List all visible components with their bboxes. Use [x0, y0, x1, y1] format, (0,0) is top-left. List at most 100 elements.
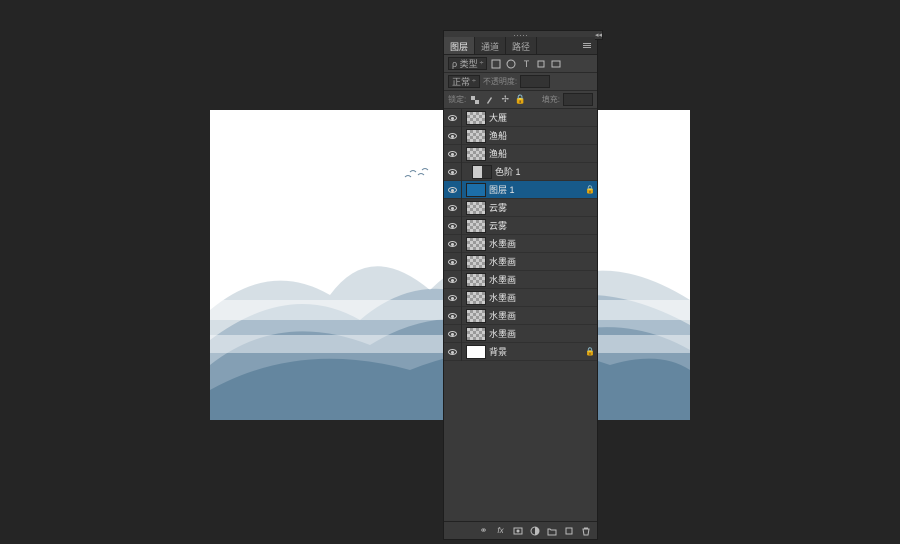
layer-thumbnail[interactable]	[466, 309, 486, 323]
layer-thumbnail[interactable]	[466, 291, 486, 305]
eye-icon	[448, 259, 457, 265]
visibility-toggle[interactable]	[444, 271, 462, 289]
filter-type-icon[interactable]: T	[520, 58, 532, 70]
lock-all-icon[interactable]: 🔒	[514, 94, 526, 106]
layer-thumbnail[interactable]	[466, 327, 486, 341]
layer-row[interactable]: 水墨画	[444, 325, 597, 343]
blend-mode-select[interactable]: 正常 ÷	[448, 75, 480, 88]
layer-name-label[interactable]: 水墨画	[489, 309, 583, 322]
layer-row[interactable]: 水墨画	[444, 271, 597, 289]
layer-thumbnail[interactable]	[466, 237, 486, 251]
layer-thumbnail[interactable]	[466, 147, 486, 161]
layer-filter-row: ρ 类型 ÷ T	[444, 55, 597, 73]
eye-icon	[448, 349, 457, 355]
blend-opacity-row: 正常 ÷ 不透明度:	[444, 73, 597, 91]
layer-row[interactable]: 背景🔒	[444, 343, 597, 361]
fill-label: 填充:	[542, 94, 560, 105]
layer-row[interactable]: 图层 1🔒	[444, 181, 597, 199]
layer-name-label[interactable]: 水墨画	[489, 237, 583, 250]
layer-thumbnail[interactable]	[466, 345, 486, 359]
layer-name-label[interactable]: 渔船	[489, 129, 583, 142]
tab-channels[interactable]: 通道	[475, 37, 506, 54]
layers-list: 大雁渔船渔船色阶 1图层 1🔒云雾云雾水墨画水墨画水墨画水墨画水墨画水墨画背景🔒	[444, 109, 597, 521]
visibility-toggle[interactable]	[444, 289, 462, 307]
layer-thumbnail[interactable]	[466, 201, 486, 215]
lock-pixels-icon[interactable]	[484, 94, 496, 106]
layer-row[interactable]: 水墨画	[444, 235, 597, 253]
layer-thumbnail[interactable]	[472, 165, 492, 179]
visibility-toggle[interactable]	[444, 253, 462, 271]
visibility-toggle[interactable]	[444, 163, 462, 181]
blend-mode-label: 正常	[452, 75, 470, 88]
layer-name-label[interactable]: 云雾	[489, 219, 583, 232]
adjust-icon[interactable]	[529, 525, 540, 537]
layer-row[interactable]: 大雁	[444, 109, 597, 127]
layer-thumbnail[interactable]	[466, 111, 486, 125]
layer-name-label[interactable]: 水墨画	[489, 291, 583, 304]
layer-thumbnail[interactable]	[466, 273, 486, 287]
layer-row[interactable]: 云雾	[444, 199, 597, 217]
filter-shape-icon[interactable]	[535, 58, 547, 70]
visibility-toggle[interactable]	[444, 145, 462, 163]
fx-icon[interactable]: fx	[495, 525, 506, 537]
panel-tabs: 图层 通道 路径	[444, 37, 597, 55]
visibility-toggle[interactable]	[444, 109, 462, 127]
layer-name-label[interactable]: 色阶 1	[495, 165, 583, 178]
layer-name-label[interactable]: 大雁	[489, 111, 583, 124]
visibility-toggle[interactable]	[444, 181, 462, 199]
tab-layers[interactable]: 图层	[444, 37, 475, 54]
group-icon[interactable]	[546, 525, 557, 537]
lock-transparent-icon[interactable]	[469, 94, 481, 106]
filter-image-icon[interactable]	[490, 58, 502, 70]
filter-type-select[interactable]: ρ 类型 ÷	[448, 57, 487, 70]
layer-row[interactable]: 渔船	[444, 145, 597, 163]
new-layer-icon[interactable]	[563, 525, 574, 537]
layer-thumbnail[interactable]	[466, 219, 486, 233]
visibility-toggle[interactable]	[444, 217, 462, 235]
filter-adjust-icon[interactable]	[505, 58, 517, 70]
layer-thumbnail[interactable]	[466, 255, 486, 269]
eye-icon	[448, 187, 457, 193]
layer-name-label[interactable]: 图层 1	[489, 183, 583, 196]
lock-label: 锁定:	[448, 94, 466, 105]
link-icon[interactable]: ⚭	[478, 525, 489, 537]
lock-position-icon[interactable]: ✢	[499, 94, 511, 106]
opacity-label: 不透明度:	[483, 76, 517, 87]
layer-name-label[interactable]: 水墨画	[489, 255, 583, 268]
eye-icon	[448, 295, 457, 301]
eye-icon	[448, 151, 457, 157]
layers-footer: ⚭ fx	[444, 521, 597, 539]
layer-name-label[interactable]: 云雾	[489, 201, 583, 214]
layer-row[interactable]: 水墨画	[444, 253, 597, 271]
visibility-toggle[interactable]	[444, 199, 462, 217]
panel-collapse-toggle[interactable]: ◂◂	[595, 30, 603, 40]
trash-icon[interactable]	[580, 525, 591, 537]
layer-row[interactable]: 云雾	[444, 217, 597, 235]
visibility-toggle[interactable]	[444, 343, 462, 361]
opacity-input[interactable]	[520, 75, 550, 88]
layer-thumbnail[interactable]	[466, 183, 486, 197]
layer-name-label[interactable]: 水墨画	[489, 273, 583, 286]
eye-icon	[448, 169, 457, 175]
visibility-toggle[interactable]	[444, 307, 462, 325]
layer-name-label[interactable]: 水墨画	[489, 327, 583, 340]
fill-input[interactable]	[563, 93, 593, 106]
tab-paths[interactable]: 路径	[506, 37, 537, 54]
layer-name-label[interactable]: 背景	[489, 345, 583, 358]
mask-icon[interactable]	[512, 525, 523, 537]
filter-label: ρ 类型	[452, 57, 478, 70]
eye-icon	[448, 277, 457, 283]
panel-menu-icon[interactable]	[577, 37, 597, 54]
layer-name-label[interactable]: 渔船	[489, 147, 583, 160]
layer-row[interactable]: 色阶 1	[444, 163, 597, 181]
visibility-toggle[interactable]	[444, 127, 462, 145]
layer-row[interactable]: 水墨画	[444, 307, 597, 325]
layer-row[interactable]: 渔船	[444, 127, 597, 145]
layer-row[interactable]: 水墨画	[444, 289, 597, 307]
eye-icon	[448, 331, 457, 337]
eye-icon	[448, 241, 457, 247]
visibility-toggle[interactable]	[444, 235, 462, 253]
filter-smart-icon[interactable]	[550, 58, 562, 70]
layer-thumbnail[interactable]	[466, 129, 486, 143]
visibility-toggle[interactable]	[444, 325, 462, 343]
